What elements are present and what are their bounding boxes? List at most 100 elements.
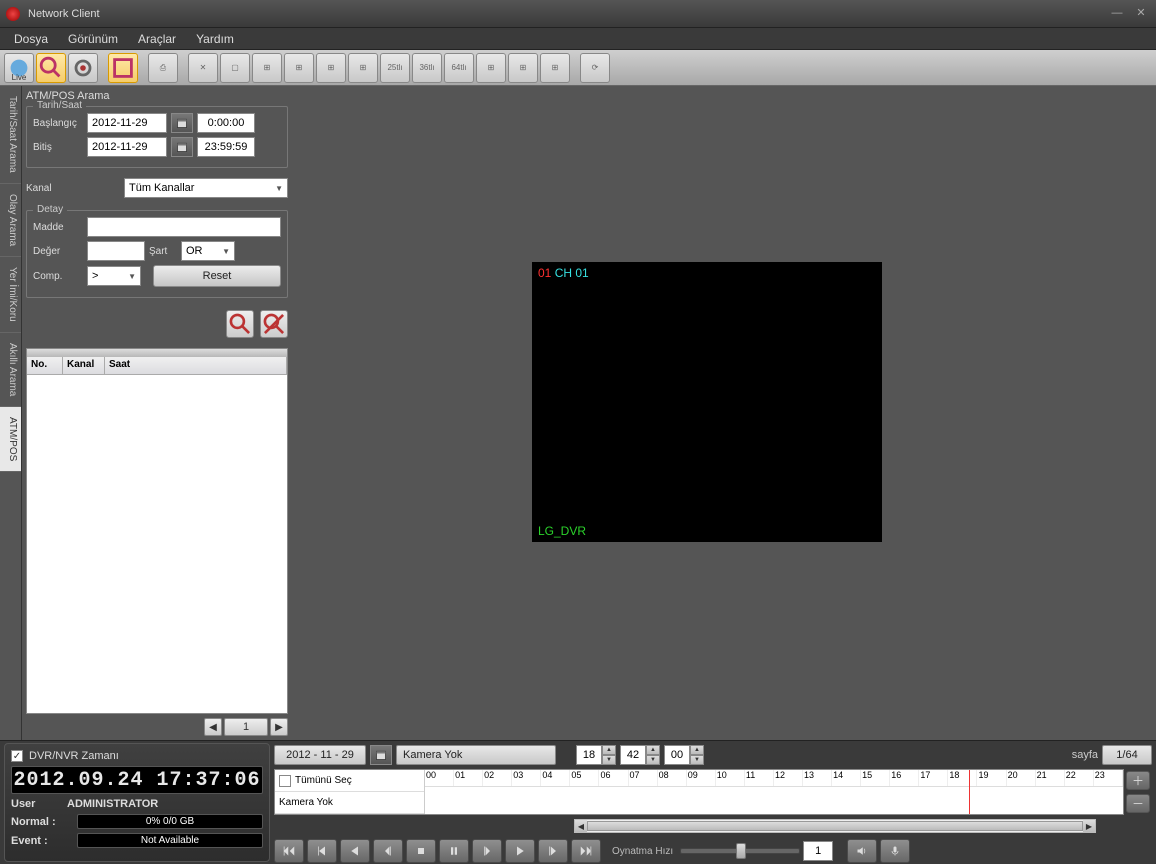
menu-file[interactable]: Dosya bbox=[14, 32, 48, 46]
timeline-date[interactable]: 2012 - 11 - 29 bbox=[274, 745, 366, 765]
skip-back-button[interactable] bbox=[274, 839, 304, 863]
page-next-button[interactable]: ▶ bbox=[270, 718, 288, 736]
selectall-checkbox[interactable] bbox=[279, 775, 291, 787]
channel-select[interactable]: Tüm Kanallar▼ bbox=[124, 178, 288, 198]
menu-help[interactable]: Yardım bbox=[196, 32, 234, 46]
page-current: 1 bbox=[224, 718, 268, 736]
page-label: sayfa bbox=[1072, 749, 1098, 761]
user-value: ADMINISTRATOR bbox=[67, 798, 158, 810]
stop-button[interactable] bbox=[406, 839, 436, 863]
timeline-area: 2012 - 11 - 29 Kamera Yok 18▲▼ 42▲▼ 00▲▼… bbox=[274, 743, 1152, 862]
tab-datetime-search[interactable]: Tarih/Saat Arama bbox=[0, 86, 21, 184]
end-time-input[interactable] bbox=[197, 137, 255, 157]
app-logo-icon bbox=[6, 7, 20, 21]
minute-spinner[interactable]: 42▲▼ bbox=[620, 745, 660, 765]
clock-display: 2012.09.24 17:37:06 bbox=[11, 766, 263, 794]
play-fwd-button[interactable] bbox=[505, 839, 535, 863]
window-title: Network Client bbox=[28, 8, 1102, 20]
end-calendar-button[interactable] bbox=[171, 137, 193, 157]
start-date-input[interactable] bbox=[87, 113, 167, 133]
speed-value: 1 bbox=[803, 841, 833, 861]
search-mode-button[interactable] bbox=[36, 53, 66, 83]
layout-c-button[interactable]: ⊞ bbox=[540, 53, 570, 83]
cond-select[interactable]: OR▼ bbox=[181, 241, 235, 261]
speed-label: Oynatma Hızı bbox=[612, 846, 673, 857]
live-button[interactable] bbox=[4, 53, 34, 83]
close-button[interactable]: ✕ bbox=[1132, 7, 1150, 21]
timeline-calendar-button[interactable] bbox=[370, 745, 392, 765]
second-spinner[interactable]: 00▲▼ bbox=[664, 745, 704, 765]
item-input[interactable] bbox=[87, 217, 281, 237]
print-button[interactable]: ⎙ bbox=[148, 53, 178, 83]
user-label: User bbox=[11, 798, 61, 810]
skip-fwd-button[interactable] bbox=[571, 839, 601, 863]
minimize-button[interactable]: — bbox=[1108, 7, 1126, 21]
layout-1-button[interactable]: ▢ bbox=[220, 53, 250, 83]
layout-a-button[interactable]: ⊞ bbox=[476, 53, 506, 83]
timeline-ruler[interactable]: 0001020304050607080910111213141516171819… bbox=[425, 770, 1123, 814]
start-label: Başlangıç bbox=[33, 118, 83, 129]
status-box: ✓ DVR/NVR Zamanı 2012.09.24 17:37:06 Use… bbox=[4, 743, 270, 862]
layout-6-button[interactable]: ⊞ bbox=[284, 53, 314, 83]
start-calendar-button[interactable] bbox=[171, 113, 193, 133]
results-body bbox=[27, 375, 287, 713]
play-back-button[interactable] bbox=[340, 839, 370, 863]
tab-atmpos[interactable]: ATM/POS bbox=[0, 407, 21, 472]
hour-spinner[interactable]: 18▲▼ bbox=[576, 745, 616, 765]
zoom-out-button[interactable]: － bbox=[1126, 794, 1150, 813]
frame-back-button[interactable] bbox=[373, 839, 403, 863]
layout-4-button[interactable]: ⊞ bbox=[252, 53, 282, 83]
speaker-button[interactable] bbox=[847, 839, 877, 863]
value-input[interactable] bbox=[87, 241, 145, 261]
comp-label: Comp. bbox=[33, 271, 83, 282]
search-execute-button[interactable] bbox=[226, 310, 254, 338]
layout-64-button[interactable]: 64tlı bbox=[444, 53, 474, 83]
speed-slider[interactable] bbox=[680, 848, 800, 854]
step-fwd-button[interactable] bbox=[538, 839, 568, 863]
event-value: Not Available bbox=[77, 833, 263, 848]
layout-b-button[interactable]: ⊞ bbox=[508, 53, 538, 83]
col-no[interactable]: No. bbox=[27, 357, 63, 374]
zoom-in-button[interactable]: ＋ bbox=[1126, 771, 1150, 790]
timeline-cursor[interactable] bbox=[969, 770, 970, 814]
start-time-input[interactable] bbox=[197, 113, 255, 133]
tab-event-search[interactable]: Olay Arama bbox=[0, 184, 21, 257]
search-cancel-button[interactable] bbox=[260, 310, 288, 338]
end-date-input[interactable] bbox=[87, 137, 167, 157]
dvr-name-overlay: LG_DVR bbox=[538, 524, 586, 538]
close-view-button[interactable]: ✕ bbox=[188, 53, 218, 83]
mic-button[interactable] bbox=[880, 839, 910, 863]
item-label: Madde bbox=[33, 222, 83, 233]
event-label: Event : bbox=[11, 835, 71, 847]
timeline-camera[interactable]: Kamera Yok bbox=[396, 745, 556, 765]
reset-button[interactable]: Reset bbox=[153, 265, 281, 287]
datetime-legend: Tarih/Saat bbox=[33, 100, 86, 111]
layout-36-button[interactable]: 36tlı bbox=[412, 53, 442, 83]
pause-button[interactable] bbox=[439, 839, 469, 863]
frame-fwd-button[interactable] bbox=[472, 839, 502, 863]
atmpos-button[interactable] bbox=[108, 53, 138, 83]
col-time[interactable]: Saat bbox=[105, 357, 287, 374]
results-grid: No. Kanal Saat bbox=[26, 348, 288, 714]
layout-25-button[interactable]: 25tlı bbox=[380, 53, 410, 83]
menu-view[interactable]: Görünüm bbox=[68, 32, 118, 46]
cond-label: Şart bbox=[149, 246, 177, 257]
settings-button[interactable] bbox=[68, 53, 98, 83]
detail-group: Detay Madde Değer Şart OR▼ Comp. >▼ Rese… bbox=[26, 210, 288, 298]
dvrtime-checkbox[interactable]: ✓ bbox=[11, 750, 23, 762]
side-tabs: Tarih/Saat Arama Olay Arama Yer İmi/Koru… bbox=[0, 86, 22, 740]
end-label: Bitiş bbox=[33, 142, 83, 153]
col-channel[interactable]: Kanal bbox=[63, 357, 105, 374]
step-back-button[interactable] bbox=[307, 839, 337, 863]
tab-smart-search[interactable]: Akıllı Arama bbox=[0, 333, 21, 407]
tab-bookmark[interactable]: Yer İmi/Koru bbox=[0, 257, 21, 333]
timeline-scrollbar[interactable]: ◀ ▶ bbox=[574, 819, 1096, 833]
menu-tools[interactable]: Araçlar bbox=[138, 32, 176, 46]
refresh-button[interactable]: ⟳ bbox=[580, 53, 610, 83]
dvrtime-label: DVR/NVR Zamanı bbox=[29, 750, 119, 762]
page-prev-button[interactable]: ◀ bbox=[204, 718, 222, 736]
video-tile[interactable]: 01 CH 01 LG_DVR bbox=[532, 262, 882, 542]
layout-8-button[interactable]: ⊞ bbox=[316, 53, 346, 83]
comp-select[interactable]: >▼ bbox=[87, 266, 141, 286]
layout-9-button[interactable]: ⊞ bbox=[348, 53, 378, 83]
